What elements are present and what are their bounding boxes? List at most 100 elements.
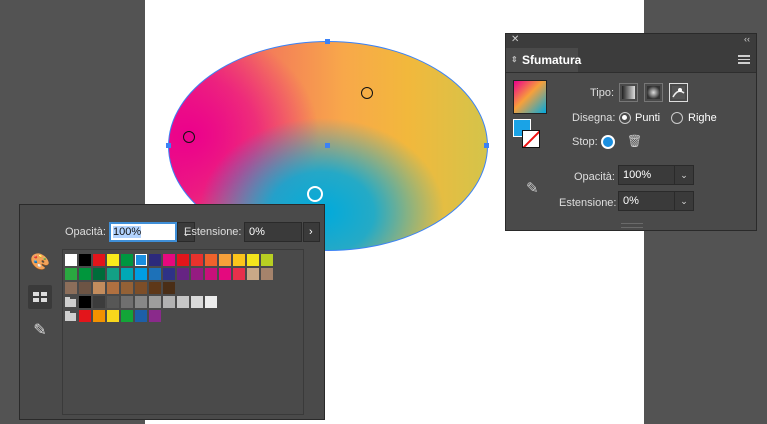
radial-gradient-button[interactable] [644, 83, 663, 102]
color-swatch[interactable] [163, 296, 175, 308]
color-swatch[interactable] [261, 254, 273, 266]
color-swatch[interactable] [135, 310, 147, 322]
opacita-field[interactable]: 100% ⌄ [618, 165, 694, 185]
estensione-field[interactable]: 0% [244, 222, 302, 242]
estensione-value: 0% [249, 226, 265, 238]
gradient-panel: ✕ ‹‹ ⇕ Sfumatura Tipo: Disegna: Punti Ri… [505, 33, 757, 231]
eyedropper-icon[interactable]: ✎ [28, 319, 52, 343]
color-swatch[interactable] [135, 282, 147, 294]
color-swatch[interactable] [149, 268, 161, 280]
palette-icon[interactable]: 🎨 [28, 251, 52, 275]
anchor-point-top[interactable] [325, 39, 330, 44]
color-swatch[interactable] [93, 254, 105, 266]
color-swatch[interactable] [233, 268, 245, 280]
opacita-input[interactable]: 100% [109, 222, 177, 242]
color-swatch[interactable] [247, 268, 259, 280]
linear-gradient-button[interactable] [619, 83, 638, 102]
punti-radio[interactable] [619, 112, 631, 124]
chevron-down-icon[interactable]: ⌄ [674, 192, 693, 210]
color-swatch[interactable] [121, 282, 133, 294]
panel-tabbar: ⇕ Sfumatura [506, 48, 756, 73]
freeform-gradient-icon [672, 86, 685, 99]
color-swatch[interactable] [121, 310, 133, 322]
gradient-stop-point[interactable] [361, 87, 373, 99]
color-swatch[interactable] [261, 268, 273, 280]
color-swatch[interactable] [149, 296, 161, 308]
color-swatch[interactable] [93, 268, 105, 280]
color-swatch[interactable] [163, 282, 175, 294]
anchor-point-right[interactable] [484, 143, 489, 148]
color-swatch[interactable] [163, 254, 175, 266]
close-icon[interactable]: ✕ [511, 34, 519, 45]
chevron-right-icon: › [309, 226, 313, 238]
tab-sfumatura[interactable]: ⇕ Sfumatura [506, 48, 581, 72]
folder-icon[interactable] [65, 297, 76, 307]
color-swatch[interactable] [79, 310, 91, 322]
opacita-label: Opacità: [574, 171, 615, 183]
color-swatch[interactable] [79, 296, 91, 308]
color-swatch[interactable] [191, 296, 203, 308]
color-swatch[interactable] [191, 254, 203, 266]
freeform-gradient-button[interactable] [669, 83, 688, 102]
linear-gradient-icon [622, 86, 635, 99]
color-swatch[interactable] [247, 254, 259, 266]
color-swatch[interactable] [121, 268, 133, 280]
gradient-stop-point[interactable] [183, 131, 195, 143]
eyedropper-icon[interactable]: ✎ [526, 179, 539, 197]
chevron-down-icon[interactable]: ⌄ [674, 166, 693, 184]
color-swatch[interactable] [149, 254, 161, 266]
color-swatch[interactable] [135, 268, 147, 280]
color-swatch[interactable] [135, 296, 147, 308]
color-swatch[interactable] [149, 282, 161, 294]
color-swatch[interactable] [205, 268, 217, 280]
color-swatch[interactable] [93, 310, 105, 322]
color-swatch[interactable] [177, 254, 189, 266]
color-swatch[interactable] [163, 268, 175, 280]
color-swatch[interactable] [107, 254, 119, 266]
color-swatch[interactable] [107, 282, 119, 294]
swatches-icon[interactable] [28, 285, 52, 309]
radial-gradient-icon [647, 86, 660, 99]
estensione-field[interactable]: 0% ⌄ [618, 191, 694, 211]
color-swatch[interactable] [191, 268, 203, 280]
color-swatch[interactable] [65, 282, 77, 294]
stop-label: Stop: [572, 136, 598, 148]
color-swatch[interactable] [205, 254, 217, 266]
punti-label: Punti [635, 112, 661, 124]
color-swatch[interactable] [121, 296, 133, 308]
color-swatch[interactable] [107, 296, 119, 308]
stroke-none-swatch[interactable] [522, 130, 540, 148]
color-swatch[interactable] [233, 254, 245, 266]
opacita-value: 100% [113, 226, 142, 238]
folder-icon[interactable] [65, 311, 76, 321]
stop-color-swatch[interactable] [601, 135, 615, 149]
color-swatch[interactable] [65, 254, 77, 266]
gradient-preview-swatch[interactable] [513, 80, 547, 114]
anchor-point-left[interactable] [166, 143, 171, 148]
color-swatch[interactable] [93, 282, 105, 294]
color-swatch[interactable] [177, 296, 189, 308]
gradient-stop-point-selected[interactable] [307, 186, 323, 202]
trash-icon[interactable]: 🗑 [627, 134, 642, 148]
color-swatch[interactable] [107, 310, 119, 322]
color-swatch[interactable] [149, 310, 161, 322]
color-swatch[interactable] [205, 296, 217, 308]
color-swatch[interactable] [121, 254, 133, 266]
anchor-point-center[interactable] [325, 143, 330, 148]
color-swatch[interactable] [79, 268, 91, 280]
color-swatch[interactable] [219, 254, 231, 266]
righe-radio[interactable] [671, 112, 683, 124]
color-swatch[interactable] [177, 268, 189, 280]
collapse-icon[interactable]: ‹‹ [744, 34, 750, 44]
color-swatch[interactable] [79, 254, 91, 266]
panel-menu-icon[interactable] [738, 53, 750, 65]
color-swatch[interactable] [79, 282, 91, 294]
color-swatch[interactable] [93, 296, 105, 308]
color-swatch[interactable] [107, 268, 119, 280]
color-swatch-selected[interactable] [135, 254, 147, 266]
resize-grip[interactable] [621, 223, 643, 228]
color-swatch[interactable] [65, 268, 77, 280]
panel-titlebar: ✕ ‹‹ [506, 34, 756, 48]
estensione-arrow-button[interactable]: › [303, 222, 320, 242]
color-swatch[interactable] [219, 268, 231, 280]
